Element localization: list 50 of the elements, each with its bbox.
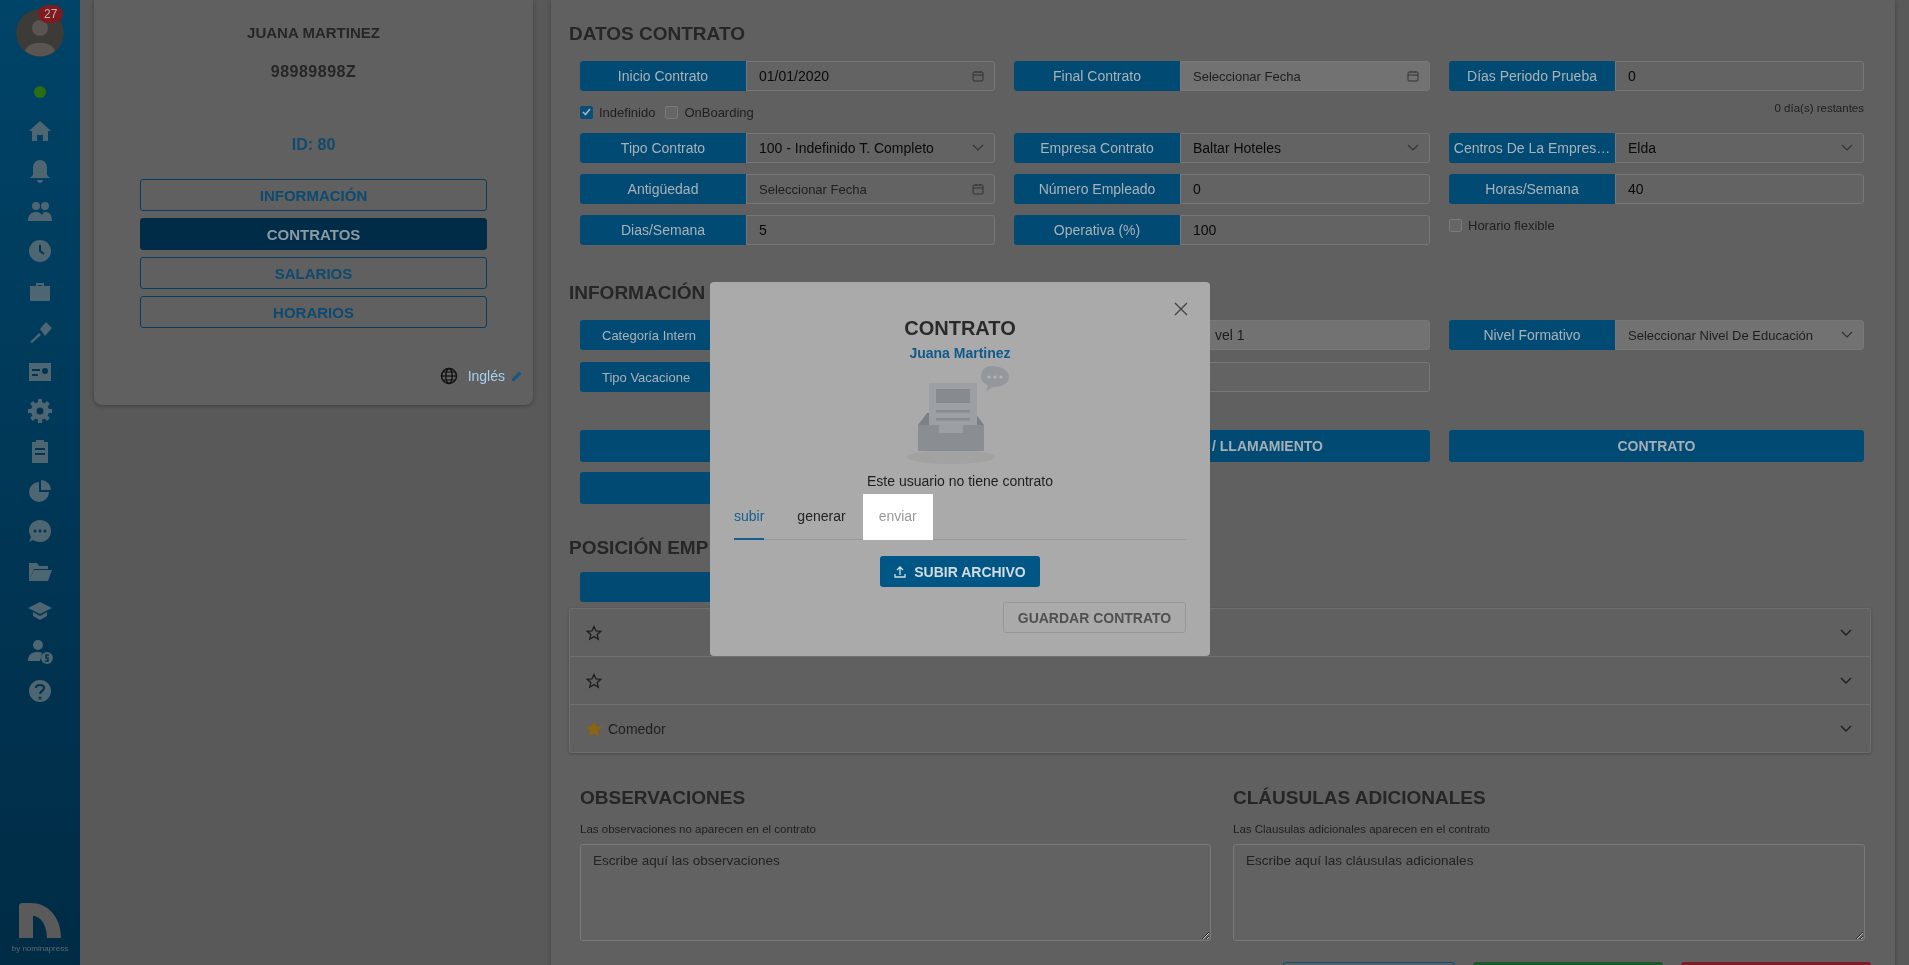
hint-text: Las observaciones no aparecen en el contrato: [580, 823, 817, 835]
field-label: Días Periodo Prueba: [1449, 61, 1615, 91]
section-title: INFORMACIÓN: [569, 281, 707, 305]
dialog-tab[interactable]: subir: [734, 494, 765, 540]
field-label: Empresa Contrato: [1014, 133, 1180, 163]
section-title: CLÁUSULAS ADICIONALES: [1233, 787, 1487, 809]
dialog-subtitle: Juana Martinez: [909, 345, 1011, 361]
field-label: Inicio Contrato: [580, 61, 746, 91]
employee-id: ID: 80: [291, 136, 336, 154]
field-label: Final Contrato: [1014, 61, 1180, 91]
section-title: OBSERVACIONES: [580, 787, 747, 809]
section-title: DATOS CONTRATO: [569, 22, 746, 46]
dialog-title: CONTRATO: [904, 317, 1016, 340]
text-area[interactable]: Escribe aquí las cláusulas adicionales: [1233, 844, 1865, 941]
field-label: Tipo Contrato: [580, 133, 746, 163]
profile-tab[interactable]: CONTRATOS: [140, 218, 487, 250]
field-label: Operativa (%): [1014, 215, 1180, 245]
dialog-tab[interactable]: generar: [797, 494, 846, 540]
select-field[interactable]: Baltar Hoteles: [1180, 133, 1430, 163]
date-field[interactable]: 01/01/2020: [746, 61, 995, 91]
field-label: Número Empleado: [1014, 174, 1180, 204]
hint-text: 0 día(s) restantes: [1773, 102, 1864, 114]
employee-name: JUANA MARTINEZ: [247, 24, 380, 41]
checkbox-label: OnBoarding: [684, 104, 754, 120]
date-field[interactable]: Seleccionar Fecha: [746, 174, 995, 204]
field-label: Dias/Semana: [580, 215, 746, 245]
select-field[interactable]: 100 - Indefinido T. Completo: [746, 133, 995, 163]
language-link[interactable]: Inglés: [467, 368, 523, 384]
field-label: Antigüedad: [580, 174, 746, 204]
input-field[interactable]: 0: [1180, 174, 1430, 204]
field-label: Centros De La Empres…: [1449, 133, 1615, 163]
notification-badge: 27: [38, 5, 64, 23]
checkbox-label: Horario flexible: [1468, 217, 1555, 233]
upload-button[interactable]: SUBIR ARCHIVO: [880, 556, 1040, 587]
text-area[interactable]: Escribe aquí las observaciones: [580, 844, 1211, 941]
input-field[interactable]: 0: [1615, 61, 1864, 91]
brand-text: by nominapress: [11, 944, 69, 953]
employee-document: 98989898Z: [270, 63, 357, 81]
dialog-message: Este usuario no tiene contrato: [867, 473, 1053, 489]
hint-text: Las Clausulas adicionales aparecen en el contrato: [1233, 823, 1491, 835]
input-field[interactable]: 40: [1615, 174, 1864, 204]
section-title: POSICIÓN EMP: [569, 536, 710, 560]
field-label: Nivel Formativo: [1449, 320, 1615, 350]
checkbox-label: Indefinido: [599, 104, 656, 120]
field-label: Horas/Semana: [1449, 174, 1615, 204]
item-label[interactable]: Comedor: [608, 720, 666, 737]
input-field[interactable]: 5: [746, 215, 995, 245]
select-field[interactable]: Elda: [1615, 133, 1864, 163]
action-button[interactable]: CONTRATO: [1449, 430, 1864, 462]
input-field[interactable]: 100: [1180, 215, 1430, 245]
